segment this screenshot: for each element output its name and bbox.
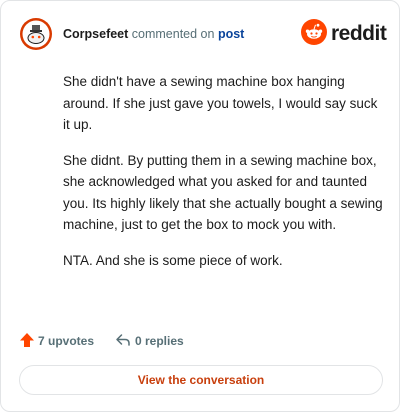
comment-paragraph: She didn't have a sewing machine box han… xyxy=(63,74,378,132)
comment-footer: 7 upvotes 0 replies xyxy=(19,331,379,351)
reddit-logo[interactable]: reddit xyxy=(301,19,387,49)
action-text: commented on xyxy=(128,27,218,41)
view-conversation-button[interactable]: View the conversation xyxy=(19,365,383,395)
upvote-count: 7 upvotes xyxy=(38,334,95,348)
reply-arrow-icon xyxy=(115,332,131,351)
upvote-arrow-icon xyxy=(19,332,35,351)
username-link[interactable]: Corpsefeet xyxy=(63,27,128,41)
user-avatar[interactable] xyxy=(19,17,53,51)
reddit-snoo-icon xyxy=(301,19,327,45)
comment-paragraph: NTA. And she is some piece of work. xyxy=(63,252,283,268)
comment-paragraph: She didnt. By putting them in a sewing m… xyxy=(63,152,383,233)
comment-byline: Corpsefeet commented on post xyxy=(63,27,244,41)
comment-card: Corpsefeet commented on post reddit She … xyxy=(0,0,400,412)
comment-header: Corpsefeet commented on post reddit xyxy=(19,17,387,53)
reply-count: 0 replies xyxy=(135,334,184,348)
reddit-wordmark: reddit xyxy=(331,22,387,45)
post-link[interactable]: post xyxy=(218,27,244,41)
comment-body: She didn't have a sewing machine box han… xyxy=(63,71,383,285)
